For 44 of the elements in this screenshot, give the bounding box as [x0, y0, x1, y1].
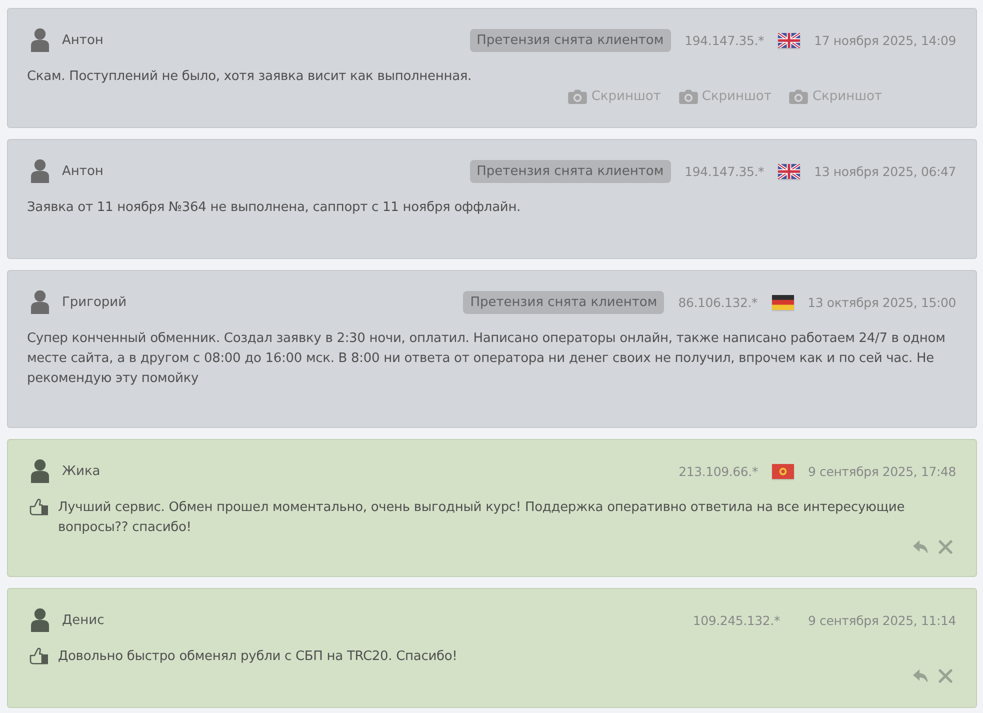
- ip-address: 86.106.132.*: [678, 294, 758, 310]
- uk-flag-icon: [778, 164, 800, 178]
- close-icon[interactable]: [938, 669, 953, 683]
- thumbs-up-icon: [29, 498, 49, 516]
- germany-flag-icon: [772, 294, 794, 310]
- reply-icon[interactable]: [913, 669, 928, 683]
- ip-address: 194.147.35.*: [684, 164, 764, 178]
- close-icon[interactable]: [938, 540, 953, 554]
- ip-address: 109.245.132.*: [692, 612, 780, 628]
- review-date: 9 сентября 2025, 17:48: [808, 464, 956, 478]
- review-text: Лучший сервис. Обмен прошел моментально, очень выгодный курс! Поддержка оперативно ответила на все интересующие вопросы?? спасибо!: [58, 499, 906, 537]
- review-date: 17 ноября 2025, 14:09: [814, 32, 956, 48]
- review-date: 13 ноября 2025, 06:47: [814, 164, 956, 178]
- camera-icon: [678, 88, 698, 104]
- screenshot-link[interactable]: Скриншот: [568, 88, 661, 104]
- review-text: Супер конченный обменник. Создал заявку в 2:30 ночи, оплатил. Написано операторы онлайн, также написано работаем 24/7 в одном месте сайта, а в другом с 08:00 до 16:00 мск. В 8:00 ни ответа от оператора ни денег своих не получил, впрочем как и по сей час. Не рекомендую эту помойку: [27, 330, 946, 388]
- kyrgyzstan-flag-icon: [772, 464, 794, 478]
- user-avatar-icon: [31, 290, 49, 314]
- user-avatar-icon: [31, 159, 49, 183]
- user-avatar-icon: [31, 459, 49, 483]
- status-badge: Претензия снята клиентом: [463, 290, 664, 314]
- author-name: Антон: [62, 32, 104, 48]
- review-date: 9 сентября 2025, 11:14: [808, 612, 956, 628]
- camera-icon: [568, 88, 588, 104]
- author-name: Антон: [62, 164, 104, 178]
- author-name: Григорий: [62, 294, 127, 310]
- status-badge: Претензия снята клиентом: [470, 160, 671, 182]
- user-avatar-icon: [31, 28, 49, 52]
- user-avatar-icon: [31, 608, 49, 632]
- author-name: Жика: [62, 464, 100, 478]
- review-text: Довольно быстро обменял рубли с СБП на TRC20. Спасибо!: [58, 648, 458, 666]
- screenshot-link[interactable]: Скриншот: [789, 88, 882, 104]
- review-text: Заявка от 11 ноября №364 не выполнена, саппорт с 11 ноября оффлайн.: [27, 199, 522, 217]
- review-date: 13 октября 2025, 15:00: [808, 294, 956, 310]
- ip-address: 213.109.66.*: [678, 464, 758, 478]
- review-text: Скам. Поступлений не было, хотя заявка висит как выполненная.: [27, 68, 473, 86]
- reply-icon[interactable]: [913, 540, 928, 554]
- author-name: Денис: [62, 612, 104, 628]
- screenshot-link[interactable]: Скриншот: [678, 88, 772, 104]
- uk-flag-icon: [778, 32, 800, 48]
- camera-icon: [789, 88, 808, 104]
- ip-address: 194.147.35.*: [684, 32, 764, 48]
- status-badge: Претензия снята клиентом: [470, 28, 671, 52]
- thumbs-up-icon: [29, 647, 49, 665]
